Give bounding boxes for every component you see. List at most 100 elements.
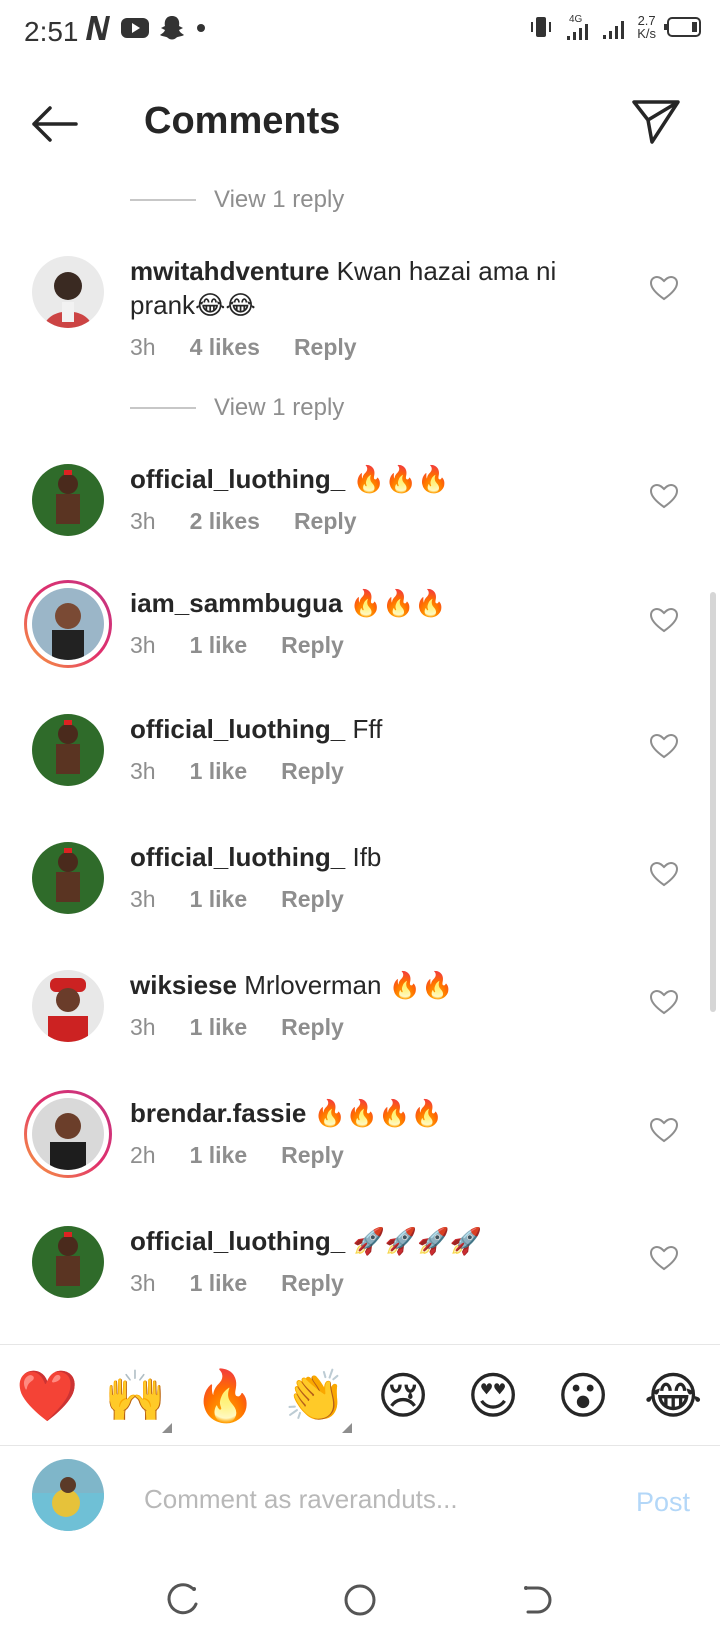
comment-body: official_luothing_ 🔥🔥🔥 3h 2 likes Reply xyxy=(130,462,600,535)
avatar-image xyxy=(32,970,104,1042)
reaction-crying[interactable]: 😢 xyxy=(374,1367,432,1425)
home-icon[interactable] xyxy=(340,1580,380,1620)
comment-meta: 3h 1 like Reply xyxy=(130,758,600,785)
reply-button[interactable]: Reply xyxy=(281,1142,344,1169)
like-heart-icon[interactable] xyxy=(648,858,680,890)
reaction-laughing[interactable]: 😂 xyxy=(644,1367,702,1425)
comment-username[interactable]: official_luothing_ xyxy=(130,1226,345,1256)
reaction-raised-hands[interactable]: 🙌 xyxy=(104,1367,172,1433)
avatar-story-ring[interactable] xyxy=(24,580,112,668)
comment-likes[interactable]: 1 like xyxy=(190,758,248,785)
comment-body: official_luothing_ 🚀🚀🚀🚀 3h 1 like Reply xyxy=(130,1224,600,1297)
post-button[interactable]: Post xyxy=(636,1487,690,1518)
reply-button[interactable]: Reply xyxy=(281,758,344,785)
comment-username[interactable]: iam_sammbugua xyxy=(130,588,342,618)
reply-button[interactable]: Reply xyxy=(294,508,357,535)
comment-likes[interactable]: 1 like xyxy=(190,886,248,913)
like-heart-icon[interactable] xyxy=(648,1242,680,1274)
reaction-surprised[interactable]: 😮 xyxy=(554,1367,612,1425)
recent-apps-icon[interactable] xyxy=(164,1580,204,1620)
reaction-clap-glyph: 👏 xyxy=(284,1368,347,1424)
comment-username[interactable]: official_luothing_ xyxy=(130,714,345,744)
comment-likes[interactable]: 1 like xyxy=(190,1014,248,1041)
comment-text-block: iam_sammbugua 🔥🔥🔥 xyxy=(130,586,600,620)
like-heart-icon[interactable] xyxy=(648,730,680,762)
reply-button[interactable]: Reply xyxy=(281,1014,344,1041)
back-nav-icon[interactable] xyxy=(516,1580,556,1620)
system-nav-bar xyxy=(0,1560,720,1640)
comment-username[interactable]: brendar.fassie xyxy=(130,1098,306,1128)
like-heart-icon[interactable] xyxy=(648,480,680,512)
view-replies-button[interactable]: View 1 reply xyxy=(130,180,344,220)
scrollbar[interactable] xyxy=(710,592,716,1012)
avatar[interactable] xyxy=(32,464,104,536)
comments-list[interactable]: View 1 reply mwitahdventure Kwan hazai a… xyxy=(0,166,720,1346)
reaction-heart-eyes[interactable]: 😍 xyxy=(464,1367,522,1425)
like-heart-icon[interactable] xyxy=(648,1114,680,1146)
snapchat-icon xyxy=(160,16,184,40)
avatar[interactable] xyxy=(32,256,104,328)
comment-time: 3h xyxy=(130,1270,156,1296)
comment-time: 3h xyxy=(130,758,156,784)
status-right: 4G 2.7 K/s xyxy=(527,12,702,42)
reaction-clap[interactable]: 👏 xyxy=(284,1367,352,1433)
avatar-image xyxy=(32,256,104,328)
netflix-icon xyxy=(86,16,110,40)
reply-button[interactable]: Reply xyxy=(294,334,357,361)
comment-username[interactable]: mwitahdventure xyxy=(130,256,329,286)
comment-likes[interactable]: 1 like xyxy=(190,632,248,659)
comment-meta: 3h 2 likes Reply xyxy=(130,508,600,535)
comment-likes[interactable]: 2 likes xyxy=(190,508,260,535)
status-time: 2:51 xyxy=(24,16,79,47)
avatar xyxy=(32,588,104,660)
comment-text: Ifb xyxy=(352,842,382,872)
comment-username[interactable]: official_luothing_ xyxy=(130,464,345,494)
avatar-image xyxy=(32,1098,104,1170)
view-replies-divider xyxy=(130,407,196,409)
skin-tone-indicator-icon xyxy=(162,1423,172,1433)
comment-meta: 2h 1 like Reply xyxy=(130,1142,600,1169)
avatar[interactable] xyxy=(32,842,104,914)
status-bar: 2:51 4G 2.7 K/s xyxy=(0,0,720,66)
like-heart-icon[interactable] xyxy=(648,604,680,636)
comment-likes[interactable]: 1 like xyxy=(190,1142,248,1169)
avatar-image xyxy=(32,714,104,786)
comment-username[interactable]: wiksiese xyxy=(130,970,237,1000)
share-button[interactable] xyxy=(628,94,684,150)
emoji-reaction-bar: ❤️ 🙌 🔥 👏 😢 😍 😮 😂 xyxy=(0,1344,720,1446)
reply-button[interactable]: Reply xyxy=(281,1270,344,1297)
reaction-heart[interactable]: ❤️ xyxy=(16,1367,78,1425)
avatar[interactable] xyxy=(32,714,104,786)
reply-button[interactable]: Reply xyxy=(281,886,344,913)
back-button[interactable] xyxy=(28,100,84,148)
comment-time: 3h xyxy=(130,334,156,360)
reply-button[interactable]: Reply xyxy=(281,632,344,659)
comment-text: 🔥🔥🔥🔥 xyxy=(313,1098,444,1128)
reaction-raised-hands-glyph: 🙌 xyxy=(104,1368,167,1424)
view-replies-button[interactable]: View 1 reply xyxy=(130,388,344,428)
comment-text: 🚀🚀🚀🚀 xyxy=(352,1226,482,1256)
comment-input[interactable] xyxy=(142,1475,606,1523)
comment-body: iam_sammbugua 🔥🔥🔥 3h 1 like Reply xyxy=(130,586,600,659)
avatar[interactable] xyxy=(32,1226,104,1298)
reaction-fire[interactable]: 🔥 xyxy=(194,1367,256,1425)
avatar-story-ring[interactable] xyxy=(24,1090,112,1178)
comment-username[interactable]: official_luothing_ xyxy=(130,842,345,872)
avatar[interactable] xyxy=(32,970,104,1042)
page-title: Comments xyxy=(144,100,341,142)
4g-signal-icon: 4G xyxy=(567,14,589,40)
comment-text-block: official_luothing_ Ifb xyxy=(130,840,600,874)
like-heart-icon[interactable] xyxy=(648,986,680,1018)
dot-icon xyxy=(197,24,205,32)
back-arrow-icon xyxy=(32,106,78,142)
comment-text-block: official_luothing_ 🔥🔥🔥 xyxy=(130,462,600,496)
comment-likes[interactable]: 4 likes xyxy=(190,334,260,361)
like-heart-icon[interactable] xyxy=(648,272,680,304)
paper-plane-icon xyxy=(632,100,680,144)
view-replies-label: View 1 reply xyxy=(214,394,345,421)
comment-likes[interactable]: 1 like xyxy=(190,1270,248,1297)
comment-meta: 3h 1 like Reply xyxy=(130,632,600,659)
view-replies-label: View 1 reply xyxy=(214,186,345,213)
network-speed: 2.7 K/s xyxy=(637,14,656,40)
comment-meta: 3h 4 likes Reply xyxy=(130,334,600,361)
